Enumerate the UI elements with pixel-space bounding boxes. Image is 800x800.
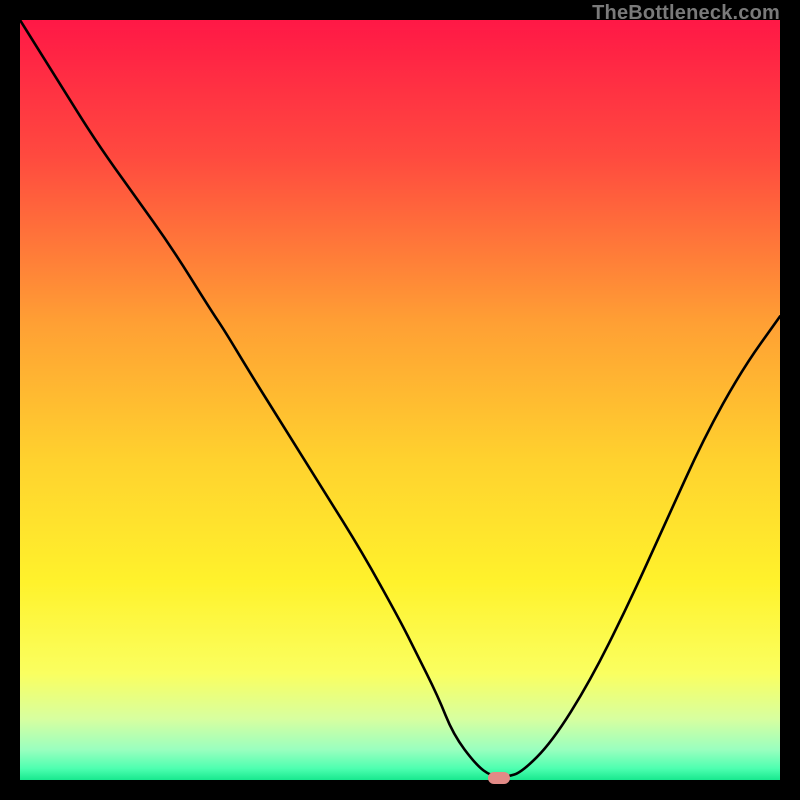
bottleneck-curve — [20, 20, 780, 780]
optimum-marker — [488, 772, 510, 784]
plot-area — [20, 20, 780, 780]
watermark-text: TheBottleneck.com — [592, 2, 780, 25]
